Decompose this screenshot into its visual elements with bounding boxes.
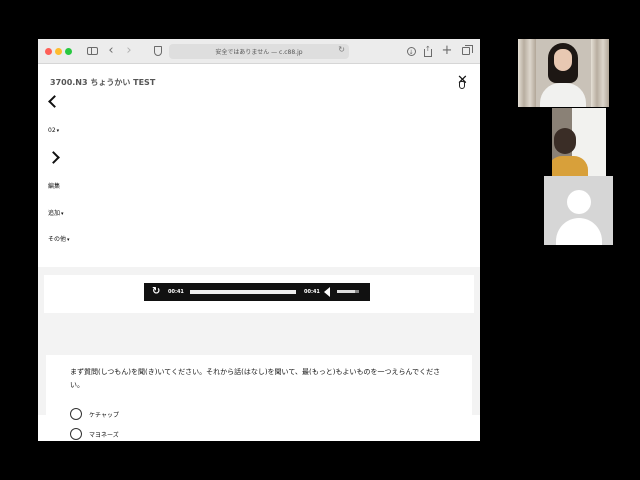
curtain <box>591 39 609 107</box>
add-menu[interactable]: 追加▾ <box>48 208 64 217</box>
add-menu-label: 追加 <box>48 210 61 217</box>
sidebar-icon[interactable] <box>85 44 99 58</box>
mouse-cursor-icon <box>459 81 466 90</box>
new-tab-button[interactable]: + <box>440 44 454 58</box>
address-bar[interactable]: 安全ではありません — c.c88.jp ↻ <box>169 44 349 59</box>
audio-player[interactable]: ↻ 00:41 00:41 <box>144 283 370 301</box>
page-select-value: 02 <box>48 127 56 134</box>
other-menu[interactable]: その他▾ <box>48 234 70 243</box>
zoom-window-button[interactable] <box>65 48 72 55</box>
video-tile-participant-2[interactable] <box>552 108 606 176</box>
volume-icon[interactable] <box>324 287 333 297</box>
edit-menu-label: 編集 <box>48 183 61 190</box>
address-text: 安全ではありません — c.c88.jp <box>215 49 303 56</box>
download-icon[interactable] <box>404 44 418 60</box>
answer-option-label: マヨネーズ <box>89 431 119 439</box>
chevron-left-icon[interactable] <box>48 95 61 108</box>
chevron-right-icon[interactable] <box>47 151 60 164</box>
browser-window: ‹ › 安全ではありません — c.c88.jp ↻ + 3700.N3 ちょう… <box>38 39 480 441</box>
curtain <box>518 39 536 107</box>
page-select-dropdown[interactable]: 02▾ <box>48 127 59 134</box>
participant-head <box>554 128 576 154</box>
participant-body <box>552 156 588 176</box>
progress-bar[interactable] <box>190 290 296 294</box>
back-button[interactable]: ‹ <box>104 44 118 58</box>
screen: ‹ › 安全ではありません — c.c88.jp ↻ + 3700.N3 ちょう… <box>0 0 640 480</box>
video-tile-participant-1[interactable] <box>518 39 609 107</box>
chevron-down-icon: ▾ <box>67 237 70 243</box>
person-avatar-body <box>556 218 602 245</box>
close-window-button[interactable] <box>45 48 52 55</box>
minimize-window-button[interactable] <box>55 48 62 55</box>
current-time: 00:41 <box>168 289 184 295</box>
tab-overview-icon[interactable] <box>459 44 473 58</box>
radio-button[interactable] <box>70 408 82 420</box>
answer-option[interactable]: ケチャップ <box>70 408 119 420</box>
edit-menu[interactable]: 編集 <box>48 181 60 190</box>
duration: 00:41 <box>304 289 320 295</box>
other-menu-label: その他 <box>48 236 67 243</box>
page-title: 3700.N3 ちょうかい TEST <box>50 78 156 87</box>
reload-icon[interactable]: ↻ <box>338 45 345 54</box>
browser-toolbar: ‹ › 安全ではありません — c.c88.jp ↻ + <box>38 39 480 64</box>
progress-fill <box>190 290 296 294</box>
chevron-down-icon: ▾ <box>56 128 60 134</box>
participant-body <box>540 83 586 107</box>
radio-button[interactable] <box>70 428 82 440</box>
share-icon[interactable] <box>421 42 435 58</box>
forward-button[interactable]: › <box>122 44 136 58</box>
answer-option[interactable]: マヨネーズ <box>70 428 119 440</box>
volume-fill <box>337 290 355 293</box>
volume-slider[interactable] <box>337 290 359 293</box>
replay-icon[interactable]: ↻ <box>152 286 160 297</box>
answer-option-label: ケチャップ <box>89 411 119 419</box>
question-text: まず質問(しつもん)を聞(き)いてください。それから話(はなし)を聞いて、最(も… <box>70 368 441 389</box>
shield-icon[interactable] <box>151 44 165 58</box>
chevron-down-icon: ▾ <box>61 211 64 217</box>
video-tile-participant-3[interactable] <box>544 176 613 245</box>
participant-face <box>554 49 572 71</box>
person-avatar-icon <box>567 190 591 214</box>
